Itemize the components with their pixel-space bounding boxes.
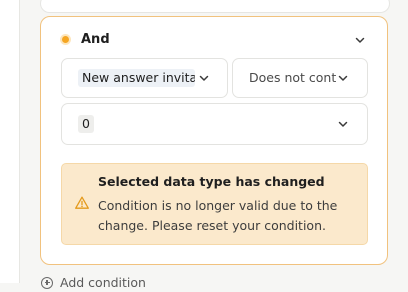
collapse-chevron-down-icon[interactable]: [354, 34, 366, 46]
operator-label: And: [81, 32, 110, 47]
warning-message: Condition is no longer valid due to the …: [98, 198, 338, 233]
status-dot-icon: [62, 36, 69, 43]
value-select[interactable]: [61, 103, 368, 145]
plus-circle-icon: [41, 277, 53, 289]
comparison-select-chevron-down-icon: [337, 72, 349, 84]
left-rail: [0, 0, 20, 283]
comparison-select-value: Does not cont: [249, 70, 337, 85]
add-condition-label: Add condition: [60, 275, 146, 290]
warning-title: Selected data type has changed: [98, 174, 325, 189]
value-select-value: 0: [78, 115, 94, 133]
field-select-chevron-down-icon: [198, 72, 210, 84]
warning-triangle-icon: [74, 195, 90, 211]
previous-condition-card: [40, 0, 390, 13]
value-select-chevron-down-icon: [337, 118, 349, 130]
field-select-value: New answer invita: [78, 69, 195, 87]
